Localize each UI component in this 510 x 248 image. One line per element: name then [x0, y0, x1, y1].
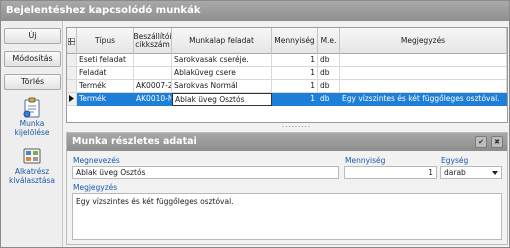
table-row[interactable]: Feladat Ablaküveg csere 1 db [67, 67, 507, 80]
cell-munkalap: Ablaküveg csere [172, 67, 272, 80]
row-indicator [67, 93, 77, 106]
cell-megjegyzes: Egy vízszintes és két függőleges osztóva… [340, 93, 507, 106]
cell-me: db [318, 67, 340, 80]
cell-mennyiseg: 1 [272, 67, 318, 80]
delete-button[interactable]: Törlés [4, 74, 61, 90]
window-title: Bejelentéshez kapcsolódó munkák [1, 1, 509, 21]
cell-tipus: Feladat [77, 67, 134, 80]
confirm-icon: ✔ [478, 138, 484, 146]
cell-cikkszam [134, 54, 172, 67]
col-header-munkalap[interactable]: Munkalap feladat [172, 28, 272, 54]
new-button[interactable]: Új [4, 28, 61, 44]
row-indicator [67, 80, 77, 93]
col-header-cikkszam[interactable]: Beszállítói cikkszám [133, 28, 172, 54]
col-header-me[interactable]: M.e. [318, 28, 340, 54]
table-row[interactable]: Eseti feladat Sarokvasak cseréje. 1 db [67, 54, 507, 67]
detail-title: Munka részletes adatai [67, 133, 507, 151]
cell-tipus: Eseti feladat [77, 54, 134, 67]
cell-tipus: Termék [77, 80, 134, 93]
work-grid: Típus Beszállítói cikkszám Munkalap fela… [66, 27, 508, 123]
table-row-selected[interactable]: Termék AK0010-N Ablak üveg Osztós 1 db E… [67, 93, 507, 106]
task-select-label-1: Munka [19, 119, 45, 128]
megnevezes-label: Megnevezés [73, 156, 120, 165]
part-select-label-1: Alkatrész [14, 167, 50, 176]
mennyiseg-label: Mennyiség [345, 156, 386, 165]
col-header-mennyiseg[interactable]: Mennyiség [272, 28, 318, 54]
cell-megjegyzes [340, 80, 507, 93]
egyseg-value: darab [444, 168, 466, 177]
col-header-tipus[interactable]: Típus [77, 28, 134, 54]
current-row-arrow-icon [69, 95, 74, 102]
cell-me: db [318, 93, 340, 106]
panel-splitter[interactable]: ········· [66, 123, 508, 131]
mennyiseg-field[interactable]: 1 [344, 166, 437, 179]
part-select-action[interactable]: Alkatrész kiválasztása [3, 145, 61, 185]
confirm-button[interactable]: ✔ [475, 136, 487, 148]
row-indicator [67, 67, 77, 80]
chevron-down-icon [492, 171, 498, 175]
cell-me: db [318, 80, 340, 93]
row-indicator [67, 54, 77, 67]
cell-munkalap: Sarokvas Normál [172, 80, 272, 93]
task-select-action[interactable]: Munka kijelölése [3, 97, 61, 137]
window: Bejelentéshez kapcsolódó munkák Új Módos… [0, 0, 510, 248]
megnevezes-field[interactable]: Ablak üveg Osztós [72, 166, 339, 179]
part-select-label-2: kiválasztása [8, 176, 56, 185]
cell-mennyiseg: 1 [272, 93, 318, 106]
egyseg-select[interactable]: darab [440, 166, 502, 179]
detail-panel: Munka részletes adatai ✔ ✖ Megnevezés Ab… [66, 132, 508, 245]
cell-munkalap-focused[interactable]: Ablak üveg Osztós [172, 93, 272, 106]
cell-cikkszam: AK0007-2 [134, 80, 172, 93]
row-selector-header[interactable] [67, 28, 77, 54]
cell-munkalap: Sarokvasak cseréje. [172, 54, 272, 67]
col-header-megjegyzes[interactable]: Megjegyzés [340, 28, 507, 54]
grid-header: Típus Beszállítói cikkszám Munkalap fela… [67, 28, 507, 54]
cell-cikkszam: AK0010-N [134, 93, 172, 106]
close-icon: ✖ [494, 138, 500, 146]
megjegyzes-label: Megjegyzés [73, 183, 118, 192]
table-row[interactable]: Termék AK0007-2 Sarokvas Normál 1 db [67, 80, 507, 93]
task-select-label-2: kijelölése [14, 128, 50, 137]
cell-tipus: Termék [77, 93, 134, 106]
close-button[interactable]: ✖ [491, 136, 503, 148]
cell-mennyiseg: 1 [272, 80, 318, 93]
egyseg-label: Egység [441, 156, 469, 165]
column-chooser-icon [68, 37, 75, 45]
cell-mennyiseg: 1 [272, 54, 318, 67]
splitter-grip: ········· [282, 123, 312, 131]
cell-cikkszam [134, 67, 172, 80]
task-select-icon [23, 97, 40, 118]
cell-megjegyzes [340, 54, 507, 67]
part-select-icon [23, 148, 41, 164]
megjegyzes-field[interactable]: Egy vízszintes és két függőleges osztóva… [72, 193, 502, 240]
sidebar: Új Módosítás Törlés Munka kijelölése Alk… [1, 21, 63, 247]
cell-me: db [318, 54, 340, 67]
cell-megjegyzes [340, 67, 507, 80]
edit-button[interactable]: Módosítás [4, 51, 61, 67]
